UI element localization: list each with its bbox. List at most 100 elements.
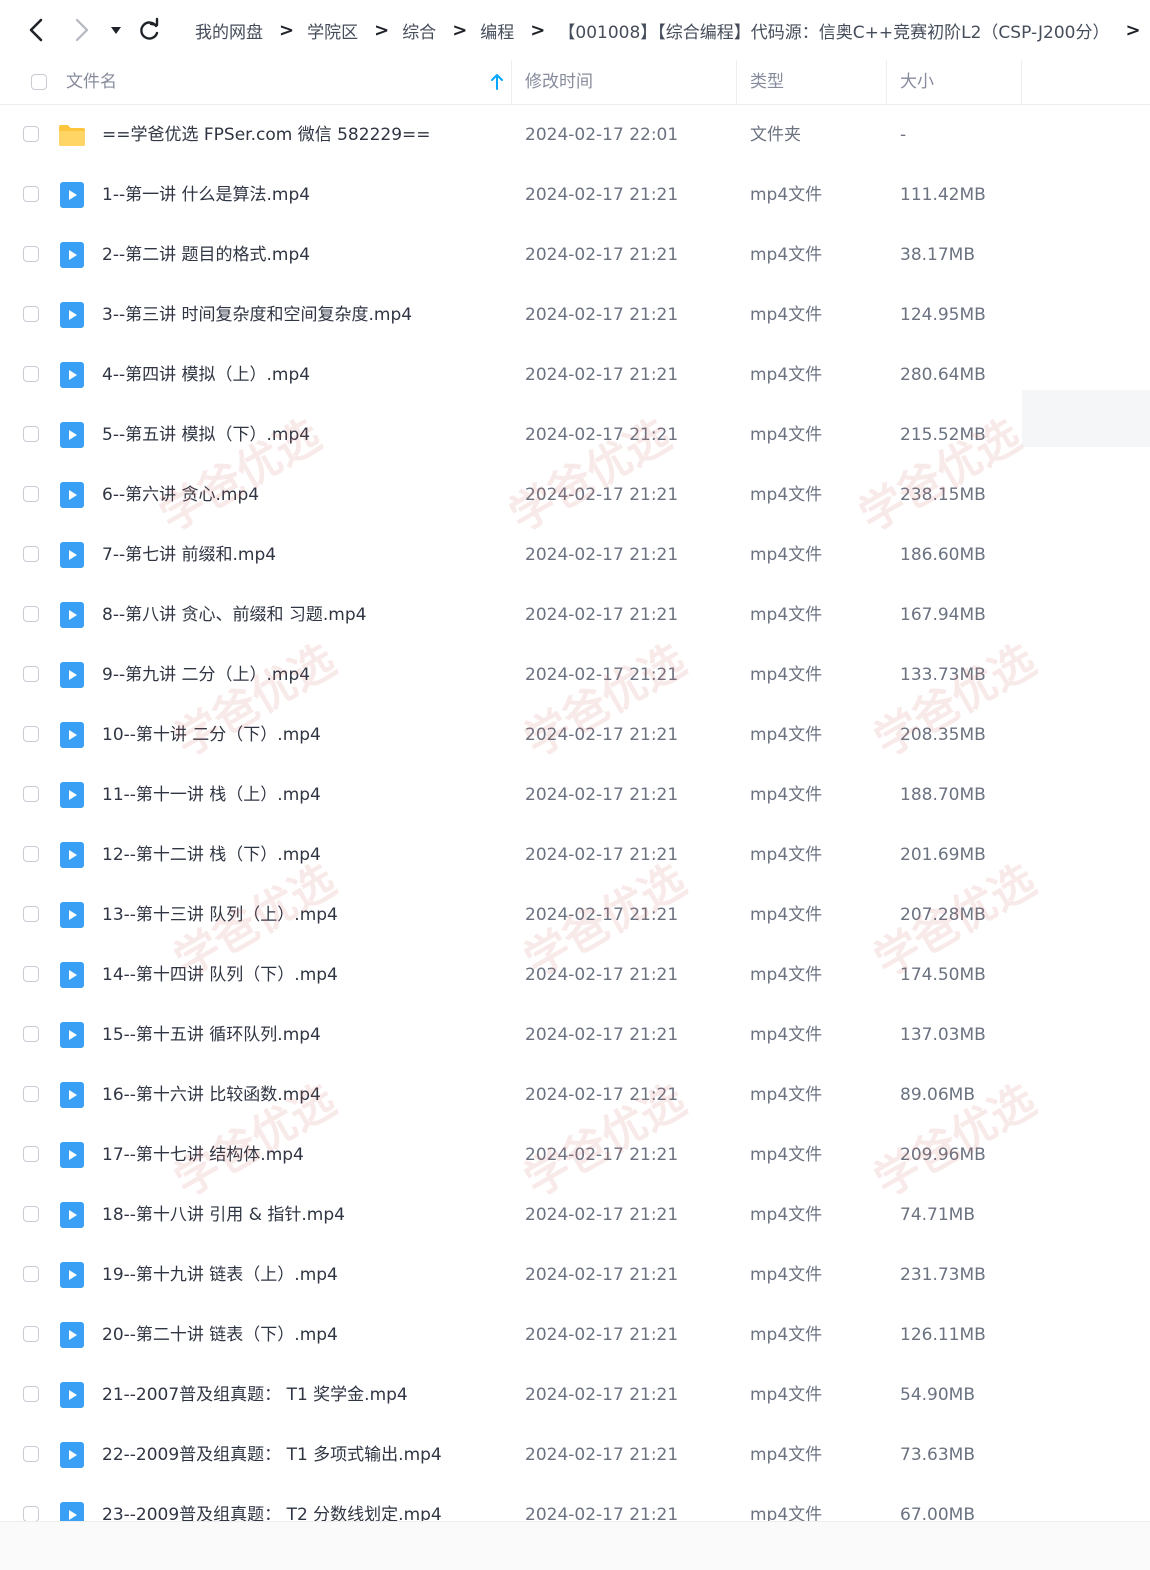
row-checkbox[interactable] (23, 306, 39, 322)
row-checkbox[interactable] (23, 846, 39, 862)
file-name[interactable]: 17--第十七讲 结构体.mp4 (102, 1125, 304, 1185)
file-row[interactable]: 17--第十七讲 结构体.mp4 2024-02-17 21:21 mp4文件 209… (0, 1125, 1150, 1185)
file-name[interactable]: 8--第八讲 贪心、前缀和 习题.mp4 (102, 585, 366, 645)
file-size: 215.52MB (900, 425, 986, 445)
file-type: mp4文件 (750, 905, 823, 925)
row-checkbox[interactable] (23, 486, 39, 502)
file-row[interactable]: 4--第四讲 模拟（上）.mp4 2024-02-17 21:21 mp4文件 280… (0, 345, 1150, 405)
column-divider[interactable] (1021, 60, 1022, 104)
row-checkbox[interactable] (23, 966, 39, 982)
file-name[interactable]: 3--第三讲 时间复杂度和空间复杂度.mp4 (102, 285, 412, 345)
column-header-type[interactable]: 类型 (750, 60, 784, 104)
file-name[interactable]: 1--第一讲 什么是算法.mp4 (102, 165, 310, 225)
file-name[interactable]: 23--2009普及组真题： T2 分数线划定.mp4 (102, 1485, 442, 1521)
file-row[interactable]: 5--第五讲 模拟（下）.mp4 2024-02-17 21:21 mp4文件 215… (0, 405, 1150, 465)
file-name[interactable]: 4--第四讲 模拟（上）.mp4 (102, 345, 310, 405)
file-name[interactable]: 10--第十讲 二分（下）.mp4 (102, 705, 321, 765)
file-name[interactable]: 13--第十三讲 队列（上）.mp4 (102, 885, 338, 945)
file-row[interactable]: 7--第七讲 前缀和.mp4 2024-02-17 21:21 mp4文件 186.6… (0, 525, 1150, 585)
breadcrumb-item[interactable]: 编程 (480, 18, 514, 43)
file-name[interactable]: 19--第十九讲 链表（上）.mp4 (102, 1245, 338, 1305)
file-modified-time: 2024-02-17 21:21 (525, 245, 679, 265)
row-checkbox[interactable] (23, 1506, 39, 1521)
column-header-name[interactable]: 文件名 (66, 60, 117, 104)
file-name[interactable]: 16--第十六讲 比较函数.mp4 (102, 1065, 321, 1125)
row-checkbox[interactable] (23, 1386, 39, 1402)
row-checkbox[interactable] (23, 1206, 39, 1222)
row-checkbox[interactable] (23, 1026, 39, 1042)
file-row[interactable]: 21--2007普及组真题： T1 奖学金.mp4 2024-02-17 21:2… (0, 1365, 1150, 1425)
file-name[interactable]: 9--第九讲 二分（上）.mp4 (102, 645, 310, 705)
video-file-icon (58, 301, 86, 329)
sort-ascending-arrow-icon[interactable] (489, 60, 505, 104)
file-row[interactable]: ==学爸优选 FPSer.com 微信 582229== 2024-02-17 2… (0, 105, 1150, 165)
file-row[interactable]: 14--第十四讲 队列（下）.mp4 2024-02-17 21:21 mp4文件 1… (0, 945, 1150, 1005)
file-modified-time: 2024-02-17 21:21 (525, 1445, 679, 1465)
file-row[interactable]: 12--第十二讲 栈（下）.mp4 2024-02-17 21:21 mp4文件 20… (0, 825, 1150, 885)
row-checkbox[interactable] (23, 1326, 39, 1342)
video-file-icon (58, 661, 86, 689)
row-checkbox[interactable] (23, 426, 39, 442)
column-divider[interactable] (886, 60, 887, 104)
row-checkbox[interactable] (23, 126, 39, 142)
column-divider[interactable] (511, 60, 512, 104)
file-row[interactable]: 15--第十五讲 循环队列.mp4 2024-02-17 21:21 mp4文件 13… (0, 1005, 1150, 1065)
file-row[interactable]: 9--第九讲 二分（上）.mp4 2024-02-17 21:21 mp4文件 133… (0, 645, 1150, 705)
row-checkbox[interactable] (23, 186, 39, 202)
column-divider[interactable] (736, 60, 737, 104)
back-arrow-icon[interactable] (22, 14, 52, 46)
file-row[interactable]: 23--2009普及组真题： T2 分数线划定.mp4 2024-02-17 21… (0, 1485, 1150, 1521)
file-row[interactable]: 1--第一讲 什么是算法.mp4 2024-02-17 21:21 mp4文件 111… (0, 165, 1150, 225)
file-row[interactable]: 3--第三讲 时间复杂度和空间复杂度.mp4 2024-02-17 21:21 mp… (0, 285, 1150, 345)
column-header-size[interactable]: 大小 (900, 60, 934, 104)
file-name[interactable]: ==学爸优选 FPSer.com 微信 582229== (102, 105, 431, 165)
file-name[interactable]: 22--2009普及组真题： T1 多项式输出.mp4 (102, 1425, 442, 1485)
history-dropdown-caret-icon[interactable] (106, 14, 126, 46)
file-name[interactable]: 12--第十二讲 栈（下）.mp4 (102, 825, 321, 885)
file-name[interactable]: 2--第二讲 题目的格式.mp4 (102, 225, 310, 285)
row-checkbox[interactable] (23, 906, 39, 922)
file-row[interactable]: 13--第十三讲 队列（上）.mp4 2024-02-17 21:21 mp4文件 2… (0, 885, 1150, 945)
file-type: mp4文件 (750, 485, 823, 505)
file-row[interactable]: 11--第十一讲 栈（上）.mp4 2024-02-17 21:21 mp4文件 18… (0, 765, 1150, 825)
breadcrumb-item[interactable]: 【001008】【综合编程】代码源：信奥C++竞赛初阶L2（CSP-J200分） (558, 18, 1109, 43)
row-checkbox[interactable] (23, 1086, 39, 1102)
row-checkbox[interactable] (23, 1146, 39, 1162)
select-all-checkbox[interactable] (31, 74, 47, 90)
file-row[interactable]: 10--第十讲 二分（下）.mp4 2024-02-17 21:21 mp4文件 20… (0, 705, 1150, 765)
breadcrumb-item[interactable]: 我的网盘 (195, 18, 263, 43)
file-name[interactable]: 6--第六讲 贪心.mp4 (102, 465, 259, 525)
file-row[interactable]: 20--第二十讲 链表（下）.mp4 2024-02-17 21:21 mp4文件 1… (0, 1305, 1150, 1365)
row-checkbox[interactable] (23, 786, 39, 802)
file-name[interactable]: 14--第十四讲 队列（下）.mp4 (102, 945, 338, 1005)
row-checkbox[interactable] (23, 666, 39, 682)
row-checkbox[interactable] (23, 606, 39, 622)
row-checkbox[interactable] (23, 726, 39, 742)
refresh-icon[interactable] (134, 14, 164, 46)
row-checkbox[interactable] (23, 366, 39, 382)
file-name[interactable]: 5--第五讲 模拟（下）.mp4 (102, 405, 310, 465)
breadcrumb-item[interactable]: 综合 (402, 18, 436, 43)
row-checkbox[interactable] (23, 546, 39, 562)
file-name[interactable]: 18--第十八讲 引用 & 指针.mp4 (102, 1185, 345, 1245)
row-checkbox[interactable] (23, 1446, 39, 1462)
video-file-icon (58, 721, 86, 749)
file-row[interactable]: 22--2009普及组真题： T1 多项式输出.mp4 2024-02-17 21… (0, 1425, 1150, 1485)
file-row[interactable]: 19--第十九讲 链表（上）.mp4 2024-02-17 21:21 mp4文件 2… (0, 1245, 1150, 1305)
file-row[interactable]: 18--第十八讲 引用 & 指针.mp4 2024-02-17 21:21 mp4文… (0, 1185, 1150, 1245)
file-name[interactable]: 15--第十五讲 循环队列.mp4 (102, 1005, 321, 1065)
breadcrumb-item[interactable]: 学院区 (307, 18, 358, 43)
forward-arrow-icon[interactable] (66, 14, 96, 46)
file-size: 188.70MB (900, 785, 986, 805)
file-row[interactable]: 16--第十六讲 比较函数.mp4 2024-02-17 21:21 mp4文件 89… (0, 1065, 1150, 1125)
file-name[interactable]: 21--2007普及组真题： T1 奖学金.mp4 (102, 1365, 408, 1425)
file-name[interactable]: 11--第十一讲 栈（上）.mp4 (102, 765, 321, 825)
file-row[interactable]: 6--第六讲 贪心.mp4 2024-02-17 21:21 mp4文件 238.15… (0, 465, 1150, 525)
column-header-modified[interactable]: 修改时间 (525, 60, 593, 104)
file-row[interactable]: 2--第二讲 题目的格式.mp4 2024-02-17 21:21 mp4文件 38.… (0, 225, 1150, 285)
file-name[interactable]: 7--第七讲 前缀和.mp4 (102, 525, 276, 585)
row-checkbox[interactable] (23, 246, 39, 262)
row-checkbox[interactable] (23, 1266, 39, 1282)
file-row[interactable]: 8--第八讲 贪心、前缀和 习题.mp4 2024-02-17 21:21 mp4文… (0, 585, 1150, 645)
file-name[interactable]: 20--第二十讲 链表（下）.mp4 (102, 1305, 338, 1365)
